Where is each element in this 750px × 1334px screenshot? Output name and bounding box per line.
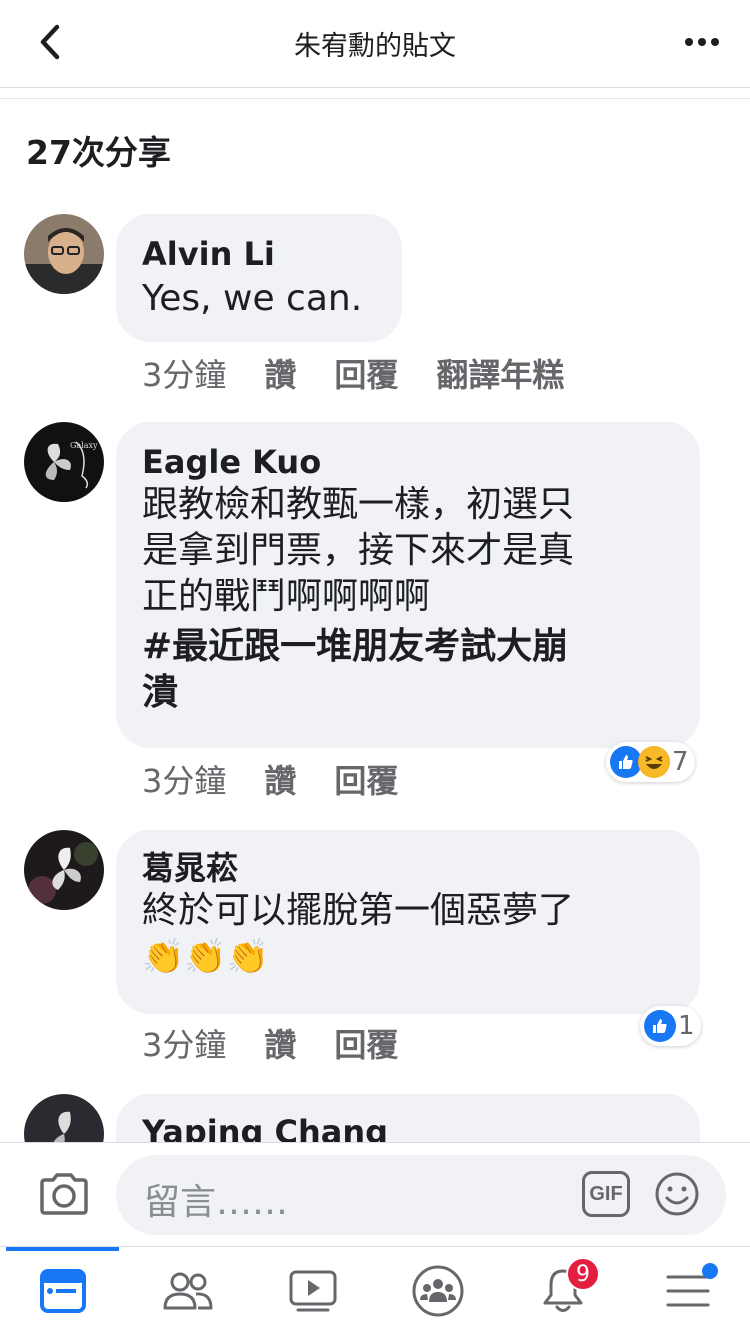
comment-input[interactable]: 留言…… GIF [116,1155,726,1235]
divider [0,98,750,99]
comment-bubble[interactable]: 葛晁菘 終於可以擺脫第一個惡夢了 👏👏👏 [116,830,700,1014]
avatar[interactable] [24,1094,104,1142]
share-count[interactable]: 27次分享 [26,126,171,174]
comment-time: 3分鐘 [142,356,227,394]
comment-hashtag[interactable]: 潰 [142,670,674,716]
emoji-button[interactable] [654,1171,700,1217]
comment-bubble[interactable]: Eagle Kuo 跟教檢和教甄一樣，初選只 是拿到門票，接下來才是真 正的戰鬥… [116,422,700,748]
page-title: 朱宥勳的貼文 [294,31,456,62]
avatar-photo-icon [24,830,104,910]
avatar[interactable] [24,214,104,294]
hamburger-menu-icon [666,1275,709,1307]
like-button[interactable]: 讚 [264,1020,296,1066]
comment-emoji: 👏👏👏 [142,937,270,977]
tab-news-feed[interactable] [0,1247,125,1334]
tab-menu[interactable] [625,1247,750,1334]
reply-button[interactable]: 回覆 [334,756,398,802]
like-reaction-icon [644,1010,676,1042]
reaction-summary[interactable]: 7 [606,742,695,782]
notification-badge: 9 [566,1257,600,1291]
avatar[interactable]: Galaxy [24,422,104,502]
tab-notifications[interactable] [500,1247,625,1334]
tab-groups[interactable] [375,1247,500,1334]
comment-actions: 3分鐘 讚 回覆 翻譯年糕 [142,350,602,396]
svg-text:Galaxy: Galaxy [70,441,98,450]
comment-bubble[interactable]: Alvin Li Yes, we can. [116,214,402,342]
reaction-summary[interactable]: 1 [640,1006,701,1046]
tab-friends[interactable] [125,1247,250,1334]
groups-icon [412,1265,463,1317]
avatar-photo-icon [24,214,104,294]
comment: Yaping Chang [0,1094,750,1142]
bottom-tab-bar: 9 [0,1246,750,1334]
avatar-photo-icon [24,1094,104,1142]
reaction-count: 1 [678,1011,695,1041]
comment-actions: 3分鐘 讚 回覆 [142,1020,436,1066]
camera-button[interactable] [38,1171,90,1219]
comment-time: 3分鐘 [142,762,227,800]
haha-reaction-icon [638,746,670,778]
comment-text: 終於可以擺脫第一個惡夢了 [142,890,575,931]
tab-watch[interactable] [250,1247,375,1334]
reply-button[interactable]: 回覆 [334,350,398,396]
friends-icon [163,1272,212,1310]
comment-text-line: 跟教檢和教甄一樣，初選只 [142,484,575,525]
comment-author[interactable]: Yaping Chang [142,1112,674,1142]
reply-button[interactable]: 回覆 [334,1020,398,1066]
smiley-icon [655,1172,699,1216]
camera-icon [40,1173,88,1215]
avatar[interactable] [24,830,104,910]
translate-button[interactable]: 翻譯年糕 [436,350,564,396]
like-button[interactable]: 讚 [264,350,296,396]
comment-composer: 留言…… GIF [0,1142,750,1246]
video-icon [289,1270,336,1312]
avatar-photo-icon: Galaxy [24,422,104,502]
comment-time: 3分鐘 [142,1026,227,1064]
comment-placeholder: 留言…… [144,1182,289,1223]
comment-author[interactable]: Eagle Kuo [142,442,674,482]
top-bar: 朱宥勳的貼文 [0,0,750,88]
menu-notification-dot [702,1263,718,1279]
comment-actions: 3分鐘 讚 回覆 [142,756,436,802]
comment-text-line: 正的戰鬥啊啊啊啊 [142,576,431,617]
comment-bubble[interactable]: Yaping Chang [116,1094,700,1142]
more-icon [685,38,719,46]
comment-hashtag[interactable]: #最近跟一堆朋友考試大崩 [142,624,674,670]
more-options-button[interactable] [682,28,722,56]
comment-text: Yes, we can. [142,278,363,319]
like-button[interactable]: 讚 [264,756,296,802]
news-feed-icon [39,1269,86,1313]
comment-author[interactable]: Alvin Li [142,234,376,274]
comment-text-line: 是拿到門票，接下來才是真 [142,530,575,571]
reaction-count: 7 [672,747,689,777]
comment-author[interactable]: 葛晁菘 [142,848,674,888]
gif-button[interactable]: GIF [582,1171,630,1217]
